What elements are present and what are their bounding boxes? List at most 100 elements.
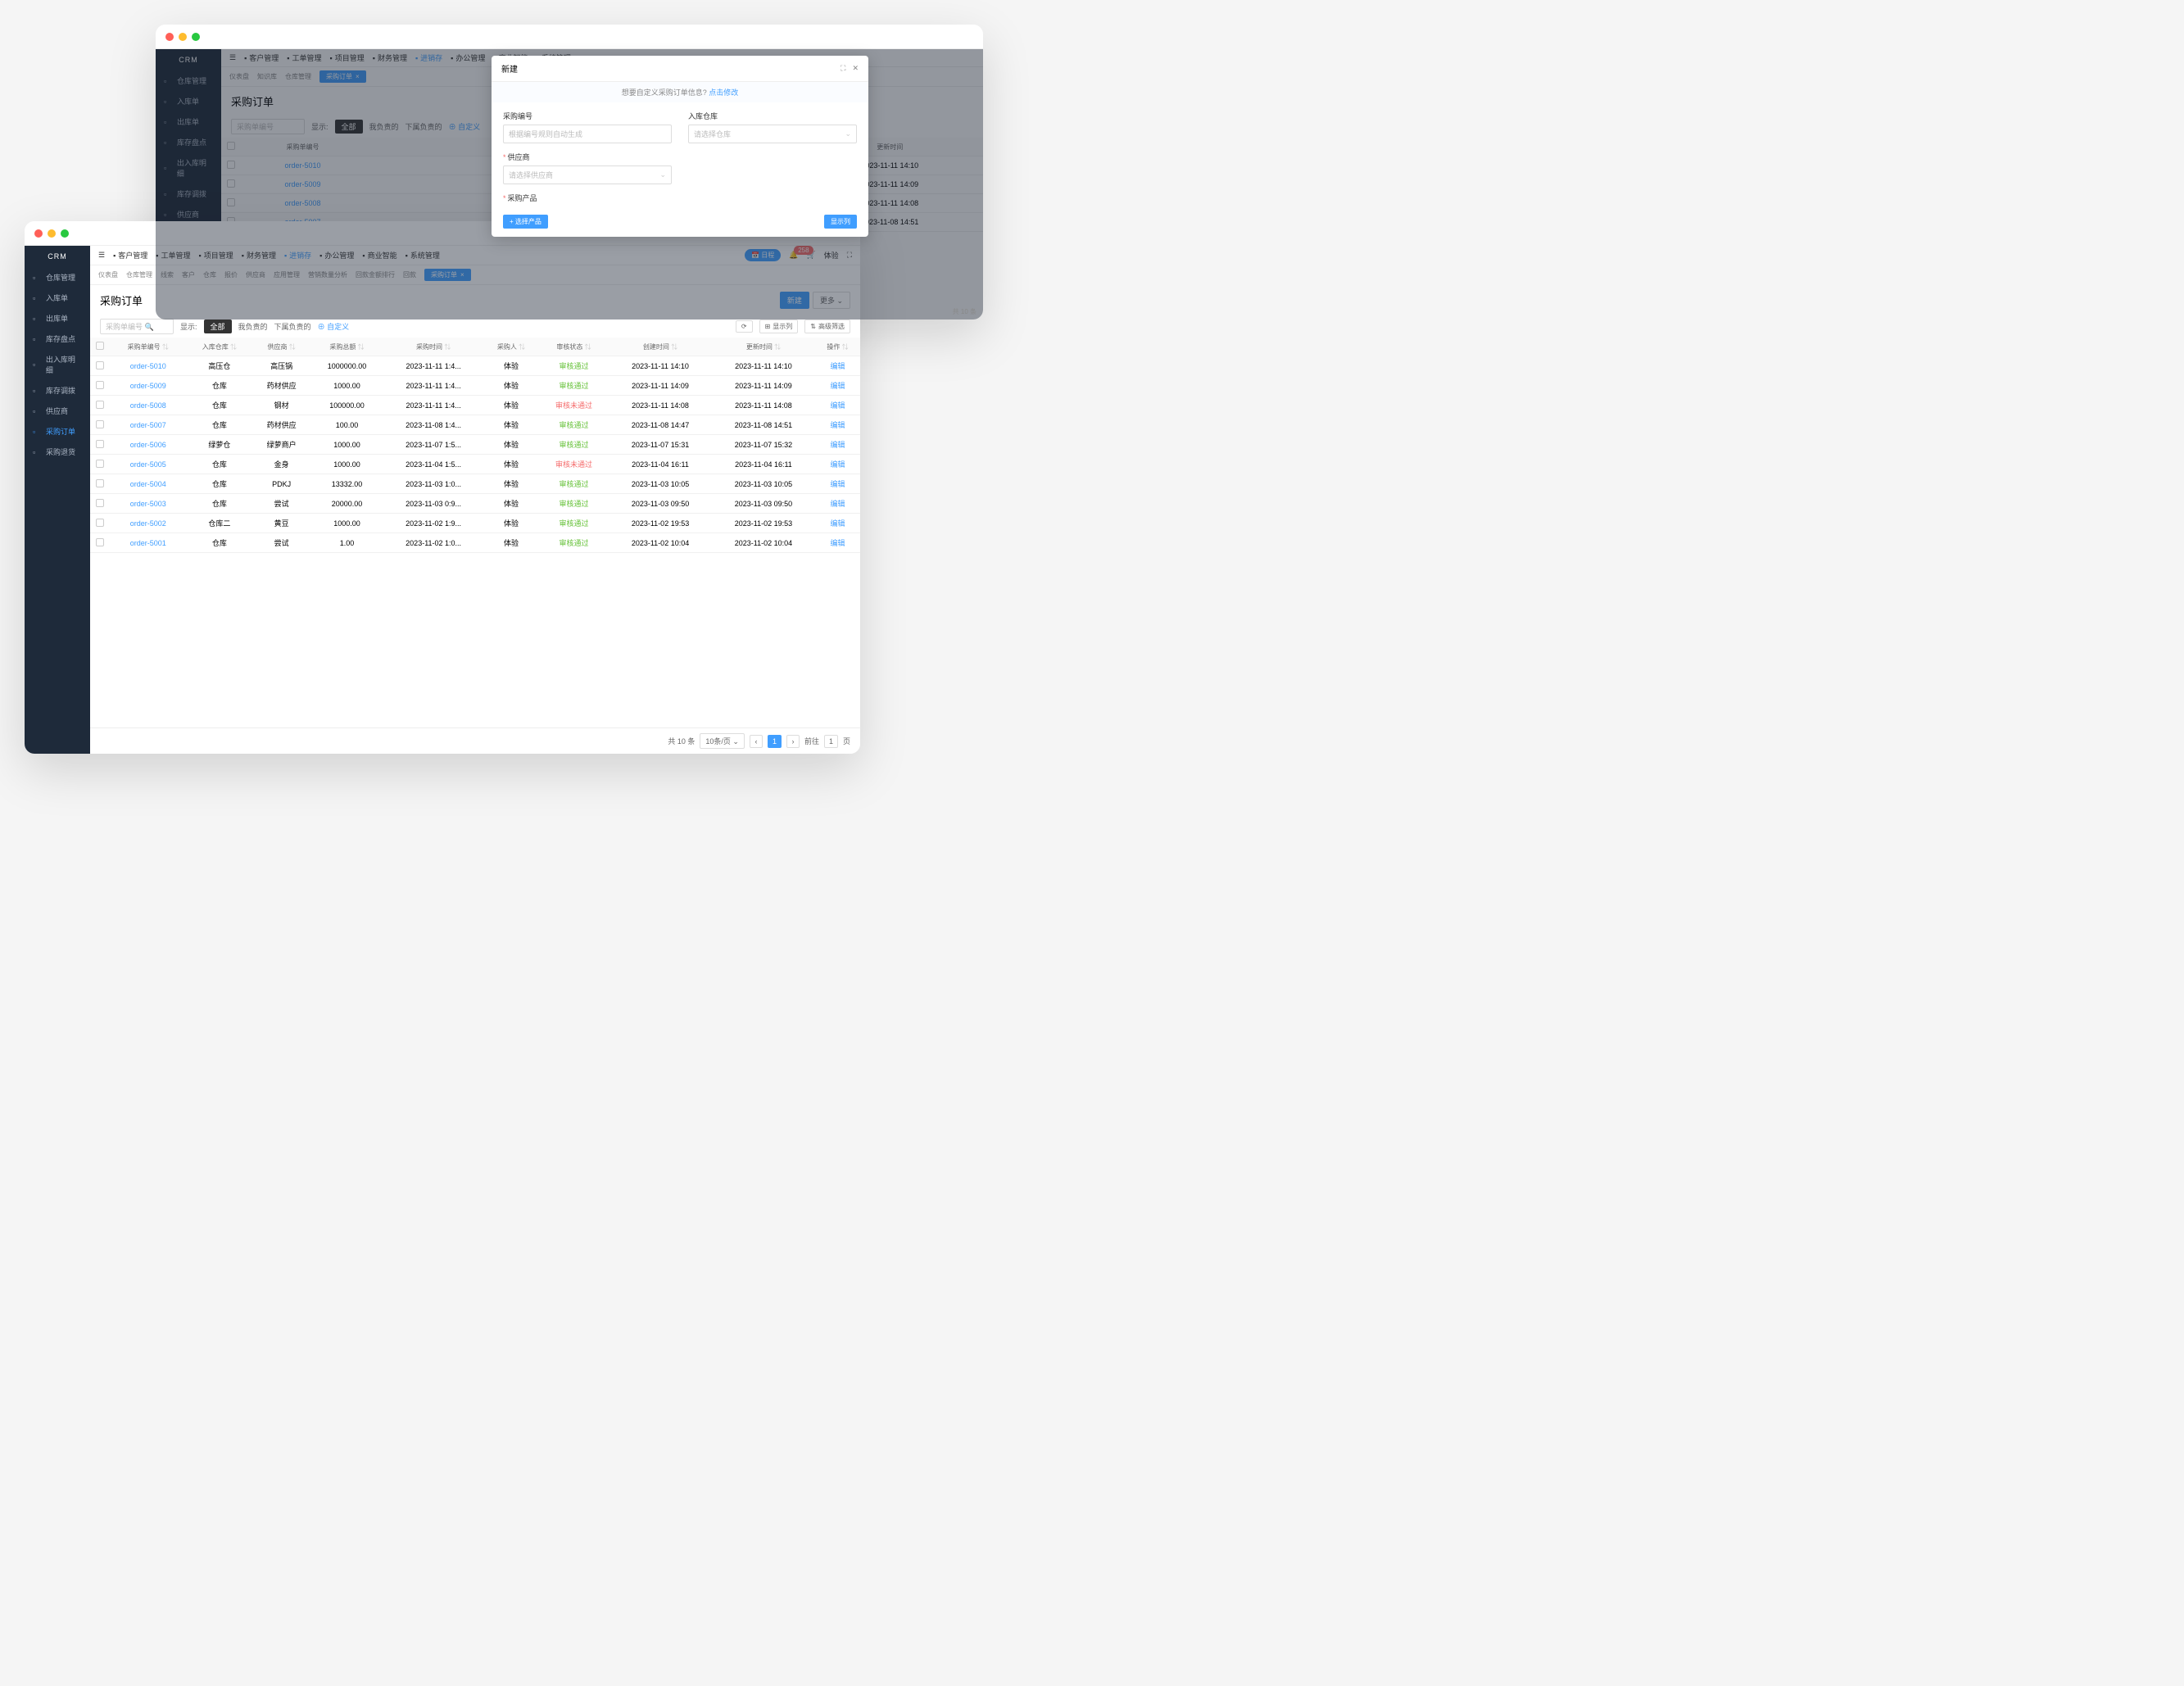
- select-product-button[interactable]: + 选择产品: [503, 215, 548, 229]
- sidebar-item[interactable]: ▫出入库明细: [25, 349, 90, 380]
- label-supplier: *供应商: [503, 152, 672, 162]
- breadcrumb-item[interactable]: 仓库管理: [126, 270, 152, 279]
- page-title: 采购订单: [100, 292, 143, 308]
- maximize-dot[interactable]: [192, 33, 200, 41]
- col-header[interactable]: 操作 ⇅: [815, 338, 860, 356]
- col-header[interactable]: 采购单编号 ⇅: [110, 338, 187, 356]
- edit-link[interactable]: 编辑: [830, 480, 845, 488]
- sidebar-item[interactable]: ▫供应商: [25, 401, 90, 421]
- order-link[interactable]: order-5010: [130, 362, 166, 370]
- row-checkbox[interactable]: [96, 519, 104, 527]
- row-checkbox[interactable]: [96, 479, 104, 487]
- sidebar-item-label: 仓库管理: [46, 272, 75, 283]
- close-dot[interactable]: [165, 33, 174, 41]
- order-link[interactable]: order-5006: [130, 441, 166, 449]
- refresh-button[interactable]: ⟳: [736, 320, 753, 333]
- close-dot[interactable]: [34, 229, 43, 238]
- sidebar-item-label: 库存调拨: [46, 385, 75, 396]
- order-link[interactable]: order-5003: [130, 500, 166, 508]
- col-header[interactable]: 更新时间 ⇅: [712, 338, 815, 356]
- minimize-dot[interactable]: [48, 229, 56, 238]
- brand: CRM: [25, 246, 90, 267]
- menu-icon[interactable]: ☰: [98, 251, 105, 260]
- expand-icon[interactable]: ⛶: [841, 64, 845, 73]
- prev-page[interactable]: ‹: [750, 735, 763, 748]
- next-page[interactable]: ›: [786, 735, 800, 748]
- row-checkbox[interactable]: [96, 361, 104, 369]
- status-badge: 审核通过: [539, 494, 609, 514]
- table: 采购单编号 ⇅入库仓库 ⇅供应商 ⇅采购总额 ⇅采购时间 ⇅采购人 ⇅审核状态 …: [90, 338, 860, 727]
- filter-custom[interactable]: ⊕ 自定义: [318, 321, 350, 332]
- row-checkbox[interactable]: [96, 460, 104, 468]
- table-row: order-5001仓库尝试1.002023-11-02 1:0...体验审核通…: [90, 533, 860, 553]
- sidebar-item[interactable]: ▫仓库管理: [25, 267, 90, 288]
- sidebar: CRM ▫仓库管理▫入库单▫出库单▫库存盘点▫出入库明细▫库存调拨▫供应商▫采购…: [25, 246, 90, 754]
- order-link[interactable]: order-5007: [130, 421, 166, 429]
- select-supplier[interactable]: 请选择供应商⌄: [503, 165, 672, 184]
- filter-sub[interactable]: 下属负责的: [274, 321, 311, 332]
- row-checkbox[interactable]: [96, 440, 104, 448]
- order-link[interactable]: order-5005: [130, 460, 166, 469]
- advanced-filter-button[interactable]: ⇅ 高级筛选: [804, 320, 850, 333]
- order-link[interactable]: order-5009: [130, 382, 166, 390]
- maximize-dot[interactable]: [61, 229, 69, 238]
- page-1[interactable]: 1: [768, 735, 782, 748]
- page-size-select[interactable]: 10条/页 ⌄: [700, 733, 745, 749]
- order-link[interactable]: order-5001: [130, 539, 166, 547]
- col-header[interactable]: 供应商 ⇅: [252, 338, 310, 356]
- row-checkbox[interactable]: [96, 499, 104, 507]
- nav-icon: ▫: [33, 335, 41, 343]
- col-header[interactable]: 采购时间 ⇅: [383, 338, 483, 356]
- edit-link[interactable]: 编辑: [830, 519, 845, 528]
- search-input[interactable]: 采购单编号 🔍: [100, 319, 174, 334]
- window-back: CRM ▫仓库管理▫入库单▫出库单▫库存盘点▫出入库明细▫库存调拨▫供应商▫采购…: [156, 25, 983, 320]
- modal-title: 新建: [501, 62, 518, 75]
- sidebar-item[interactable]: ▫入库单: [25, 288, 90, 308]
- input-order-no[interactable]: 根据编号规则自动生成: [503, 125, 672, 143]
- filter-all[interactable]: 全部: [204, 320, 232, 333]
- select-warehouse[interactable]: 请选择仓库⌄: [688, 125, 857, 143]
- nav-icon: ▫: [33, 315, 41, 323]
- edit-link[interactable]: 编辑: [830, 362, 845, 370]
- edit-link[interactable]: 编辑: [830, 500, 845, 508]
- sidebar-item-label: 采购订单: [46, 426, 75, 437]
- status-badge: 审核通过: [539, 415, 609, 435]
- col-header[interactable]: 入库仓库 ⇅: [187, 338, 253, 356]
- order-link[interactable]: order-5004: [130, 480, 166, 488]
- table-row: order-5008仓库钢材100000.002023-11-11 1:4...…: [90, 396, 860, 415]
- close-icon[interactable]: ✕: [852, 64, 859, 73]
- col-header[interactable]: 采购总额 ⇅: [310, 338, 383, 356]
- jump-input[interactable]: 1: [824, 735, 838, 748]
- order-link[interactable]: order-5002: [130, 519, 166, 528]
- sidebar-item[interactable]: ▫出库单: [25, 308, 90, 329]
- titlebar-back: [156, 25, 983, 49]
- edit-link[interactable]: 编辑: [830, 441, 845, 449]
- checkbox-all[interactable]: [96, 342, 104, 350]
- label-product: *采购产品: [503, 193, 857, 203]
- sidebar-item[interactable]: ▫库存盘点: [25, 329, 90, 349]
- filter-mine[interactable]: 我负责的: [238, 321, 268, 332]
- edit-link[interactable]: 编辑: [830, 401, 845, 410]
- sidebar-item[interactable]: ▫采购退货: [25, 442, 90, 462]
- edit-link[interactable]: 编辑: [830, 539, 845, 547]
- minimize-dot[interactable]: [179, 33, 187, 41]
- row-checkbox[interactable]: [96, 401, 104, 409]
- col-header[interactable]: 审核状态 ⇅: [539, 338, 609, 356]
- row-checkbox[interactable]: [96, 538, 104, 546]
- breadcrumb-item[interactable]: 仪表盘: [98, 270, 118, 279]
- order-link[interactable]: order-5008: [130, 401, 166, 410]
- modal-tip-link[interactable]: 点击修改: [709, 88, 738, 97]
- show-cols-button[interactable]: 显示列: [824, 215, 857, 229]
- edit-link[interactable]: 编辑: [830, 421, 845, 429]
- row-checkbox[interactable]: [96, 381, 104, 389]
- topnav-item[interactable]: ▪ 客户管理: [113, 250, 147, 261]
- show-cols-button[interactable]: ⊞ 显示列: [759, 320, 799, 333]
- edit-link[interactable]: 编辑: [830, 382, 845, 390]
- edit-link[interactable]: 编辑: [830, 460, 845, 469]
- col-header[interactable]: 创建时间 ⇅: [609, 338, 712, 356]
- col-header[interactable]: 采购人 ⇅: [483, 338, 539, 356]
- status-badge: 审核未通过: [539, 396, 609, 415]
- sidebar-item[interactable]: ▫采购订单: [25, 421, 90, 442]
- row-checkbox[interactable]: [96, 420, 104, 428]
- sidebar-item[interactable]: ▫库存调拨: [25, 380, 90, 401]
